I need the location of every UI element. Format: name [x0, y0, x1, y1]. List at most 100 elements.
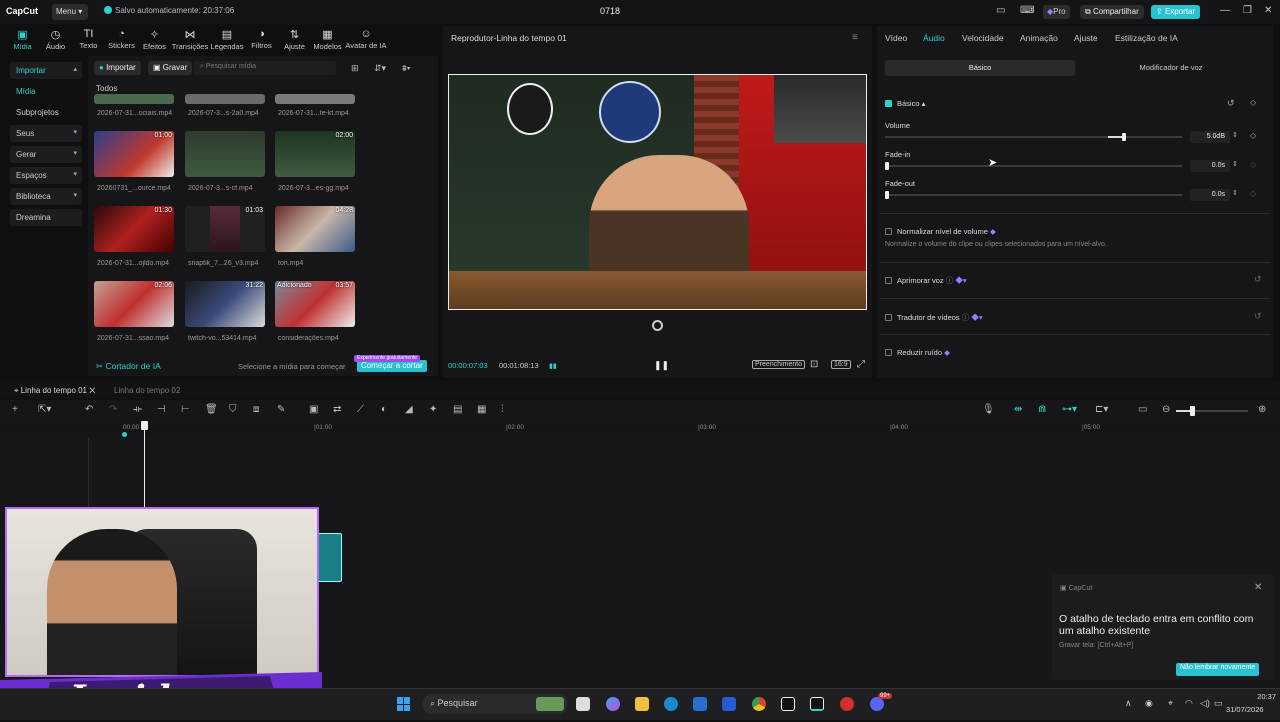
tool-transitions[interactable]: ⋈ Transições [171, 28, 209, 51]
tool-text[interactable]: TI Texto [72, 28, 105, 50]
nav-spaces[interactable]: Espaços ▾ [10, 167, 82, 184]
tool-effects[interactable]: ✧ Efeitos [138, 28, 171, 51]
record-button[interactable]: ▣ Gravar [148, 61, 193, 75]
sort-icon[interactable]: ⇵▾ [374, 63, 386, 74]
reset-icon[interactable]: ↺ [1254, 274, 1262, 285]
redo-icon[interactable]: ↷ [109, 404, 117, 415]
media-thumb[interactable] [185, 94, 265, 104]
subtab-basic[interactable]: Básico [885, 60, 1075, 76]
split-left-icon[interactable]: ⊣ [157, 404, 166, 415]
timeline-tab-02[interactable]: Linha do tempo 02 [114, 386, 180, 395]
split-right-icon[interactable]: ⊢ [181, 404, 190, 415]
media-thumb[interactable]: Adicionado 03:57 [275, 281, 355, 327]
media-thumb[interactable]: 02:00 [275, 131, 355, 177]
shortcuts-icon[interactable]: ⌨ [1020, 5, 1034, 16]
enhance-checkbox[interactable] [885, 277, 892, 284]
timeline-clip[interactable] [318, 533, 342, 582]
delete-icon[interactable]: 🗑 [205, 404, 218, 415]
filter-all[interactable]: Todos [96, 84, 117, 93]
freeze-icon[interactable]: ▣ [309, 404, 318, 415]
volume-icon[interactable]: ◁) [1200, 698, 1210, 709]
tab-animation[interactable]: Animação [1020, 33, 1058, 43]
ai-edit-icon[interactable]: ✎ [277, 404, 285, 415]
close-icon[interactable]: ✕ [89, 386, 95, 395]
caption-edit-icon[interactable]: ▤ [453, 404, 462, 415]
basic-checkbox[interactable] [885, 100, 892, 107]
location-icon[interactable]: ⌖ [1168, 698, 1173, 709]
media-thumb[interactable]: 31:22 [185, 281, 265, 327]
stepper-icon[interactable]: ⇕ [1232, 131, 1238, 139]
snap-icon[interactable]: ⊶▾ [1062, 404, 1077, 415]
tool-templates[interactable]: ▦ Modelos [311, 28, 344, 51]
media-search-input[interactable]: ⌕ Pesquisar mídia [194, 61, 336, 75]
marker-icon[interactable]: ⛉ [229, 404, 237, 415]
reduce-noise-checkbox[interactable] [885, 349, 892, 356]
normalize-option[interactable]: Normalizar nível de volume ◆ [885, 227, 996, 236]
translator-checkbox[interactable] [885, 314, 892, 321]
crop-icon[interactable]: ⧈ [253, 404, 259, 415]
media-thumb[interactable]: 01:00 [94, 131, 174, 177]
undo-icon[interactable]: ↶ [85, 404, 93, 415]
keyframe-icon[interactable]: ◇ [1250, 131, 1256, 140]
outlook-icon[interactable] [722, 697, 736, 711]
tool-audio[interactable]: ◷ Áudio [39, 28, 72, 51]
fadein-slider-knob[interactable] [885, 162, 889, 170]
fadein-slider-track[interactable] [885, 165, 1182, 167]
nav-media[interactable]: Mídia [10, 83, 82, 100]
layout-icon[interactable]: ▭ [996, 5, 1005, 16]
split-icon[interactable]: ⟛ [133, 404, 142, 415]
windows-start-icon[interactable] [397, 697, 411, 711]
fadein-value[interactable]: 0.0s [1190, 160, 1230, 172]
menu-button[interactable]: Menu ▾ [52, 4, 88, 20]
preview-icon[interactable]: ⊏▾ [1095, 404, 1108, 415]
mirror-icon[interactable]: ⟋ [357, 404, 364, 415]
fill-button[interactable]: Preenchimento [752, 360, 806, 369]
tray-app-icon[interactable]: ◉ [1145, 698, 1153, 709]
close-icon[interactable]: ✕ [1264, 5, 1272, 16]
waveform-icon[interactable]: ⫶ [501, 404, 504, 415]
reduce-noise-option[interactable]: Reduzir ruído ◆ [885, 348, 950, 357]
tab-video[interactable]: Vídeo [885, 33, 907, 43]
magnet-icon[interactable]: ⋒ [1038, 404, 1046, 415]
tool-captions[interactable]: ▤ Legendas [209, 28, 245, 51]
clock-date[interactable]: 31/07/2026 [1226, 705, 1264, 714]
nav-subprojects[interactable]: Subprojetos [10, 104, 82, 121]
tool-filters[interactable]: ◑ Filtros [245, 28, 278, 50]
media-thumb[interactable]: 01:03 [185, 206, 265, 252]
minimize-icon[interactable]: — [1220, 5, 1230, 16]
zoom-out-icon[interactable]: ⊖ [1162, 404, 1170, 415]
media-thumb[interactable]: 04:28 [275, 206, 355, 252]
file-explorer-icon[interactable] [635, 697, 649, 711]
playhead[interactable] [144, 424, 145, 510]
nav-yours[interactable]: Seus ▾ [10, 125, 82, 142]
export-button[interactable]: ⇪ Exportar [1151, 5, 1201, 19]
capcut-active-icon[interactable] [810, 697, 824, 711]
stepper-icon[interactable]: ⇕ [1232, 189, 1238, 197]
volume-slider-knob[interactable] [1122, 133, 1126, 141]
keyframe-icon[interactable]: ◇ [1250, 189, 1256, 198]
tool-ai-avatar[interactable]: ☺ Avatar de IA [344, 28, 388, 50]
task-view-icon[interactable] [576, 697, 590, 711]
reverse-icon[interactable]: ⇄ [333, 404, 341, 415]
recorder-icon[interactable] [840, 697, 854, 711]
chevron-up-icon[interactable]: ∧ [1125, 698, 1132, 709]
pro-button[interactable]: ◆Pro [1043, 5, 1070, 19]
edge-icon[interactable] [664, 697, 678, 711]
pause-icon[interactable]: ❚❚ [654, 360, 669, 371]
nav-generate[interactable]: Gerar ▾ [10, 146, 82, 163]
image-icon[interactable]: ▦ [477, 404, 486, 415]
select-cursor-icon[interactable]: ⇱▾ [38, 404, 51, 415]
battery-icon[interactable]: ▭ [1214, 698, 1223, 709]
fadeout-slider-knob[interactable] [885, 191, 889, 199]
chrome-icon[interactable] [752, 697, 766, 711]
tab-speed[interactable]: Velocidade [962, 33, 1004, 43]
wifi-icon[interactable]: ◠ [1185, 698, 1193, 709]
volume-slider-track[interactable] [885, 136, 1182, 138]
zoom-slider-knob[interactable] [1190, 406, 1195, 416]
rotate-handle-icon[interactable] [652, 320, 663, 331]
aspect-ratio-button[interactable]: 16:9 [831, 360, 851, 369]
basic-section-header[interactable]: Básico ▴ [885, 99, 925, 108]
video-translator-option[interactable]: Tradutor de vídeos ⓘ ◆▾ [885, 312, 983, 323]
stepper-icon[interactable]: ⇕ [1232, 160, 1238, 168]
normalize-checkbox[interactable] [885, 228, 892, 235]
